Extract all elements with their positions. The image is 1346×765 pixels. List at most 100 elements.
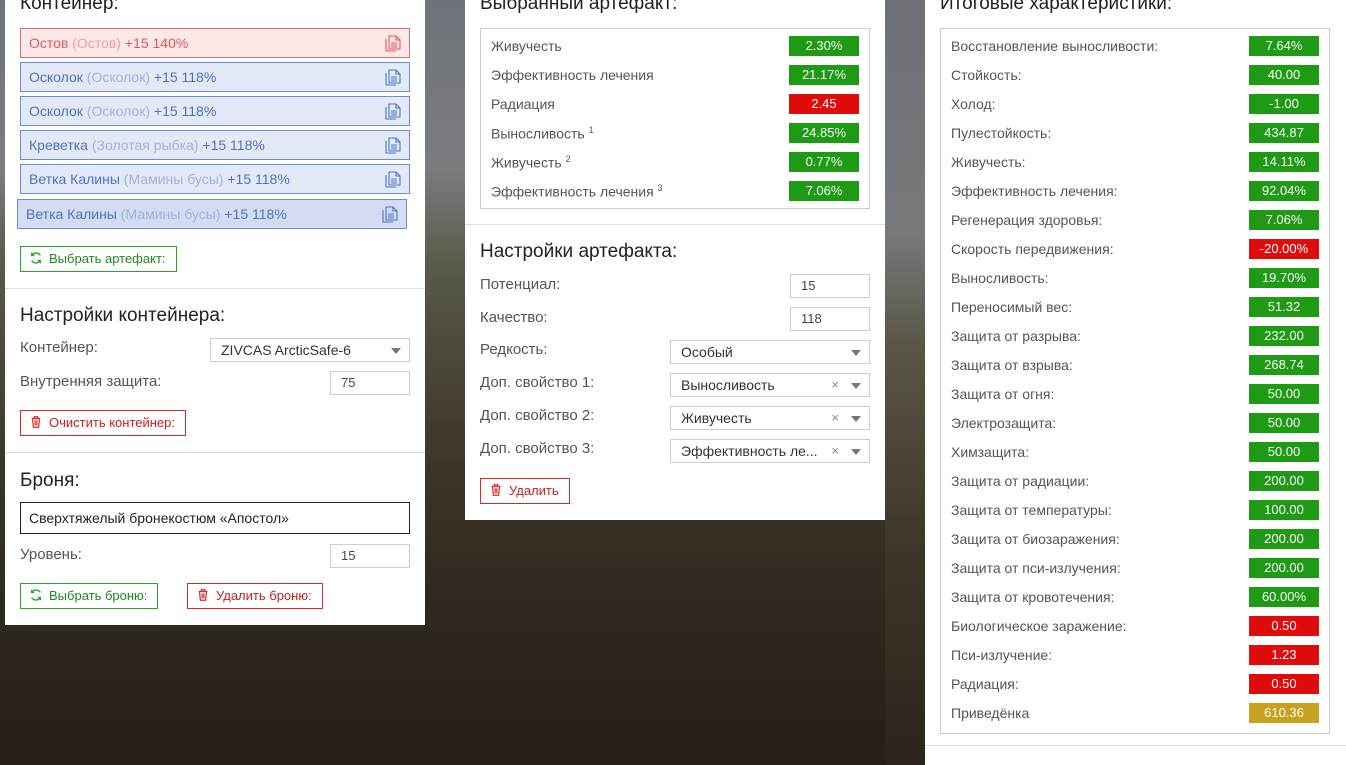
rarity-select-value: Особый (681, 344, 733, 360)
stat-name: Защита от биозаражения: (951, 531, 1120, 547)
clear-icon[interactable]: × (831, 407, 839, 429)
stat-value: 610.36 (1249, 703, 1319, 723)
stat-name: Защита от температуры: (951, 502, 1112, 518)
divider (5, 288, 425, 289)
stat-name: Живучесть 2 (491, 154, 571, 171)
inner-protection-input[interactable]: 75 (330, 371, 410, 395)
stat-value: 232.00 (1249, 326, 1319, 346)
container-item[interactable]: Осколок (Осколок) +15 118% (20, 62, 410, 92)
stat-name: Стойкость: (951, 67, 1022, 83)
item-subname: (Осколок) (86, 69, 150, 85)
prop1-label: Доп. свойство 1: (480, 374, 595, 391)
stat-value: 0.50 (1249, 674, 1319, 694)
stat-value: 7.06% (1249, 210, 1319, 230)
container-panel: Контейнер: Остов (Остов) +15 140% Осколок… (5, 0, 425, 625)
stat-value: 434.87 (1249, 123, 1319, 143)
stat-index: 3 (657, 183, 663, 193)
potential-label: Потенциал: (480, 276, 561, 293)
item-name: Осколок (29, 69, 83, 85)
container-select[interactable]: ZIVCAS ArcticSafe-6 (210, 338, 410, 362)
item-bonus: +15 118% (202, 137, 265, 153)
stat-row: Приведёнка 610.36 (941, 699, 1329, 728)
delete-armor-button[interactable]: Удалить броню: (187, 583, 323, 609)
copy-icon[interactable] (383, 33, 403, 53)
select-armor-button[interactable]: Выбрать броню: (20, 583, 159, 609)
select-armor-label: Выбрать броню: (49, 588, 148, 603)
stat-value: 60.00% (1249, 587, 1319, 607)
stat-row: Восстановление выносливости: 7.64% (941, 32, 1329, 61)
divider (465, 224, 885, 225)
prop1-select[interactable]: Выносливость × (670, 373, 870, 397)
stat-row: Выносливость 1 24.85% (481, 119, 869, 148)
item-name: Ветка Калины (29, 171, 120, 187)
quality-input[interactable]: 118 (790, 307, 870, 331)
stat-value: 200.00 (1249, 529, 1319, 549)
prop3-label: Доп. свойство 3: (480, 440, 595, 457)
copy-icon[interactable] (383, 67, 403, 87)
stat-value: 50.00 (1249, 442, 1319, 462)
item-bonus: +15 118% (153, 103, 217, 119)
copy-icon[interactable] (383, 135, 403, 155)
copy-icon[interactable] (380, 204, 400, 224)
copy-icon[interactable] (383, 101, 403, 121)
stat-value: -20.00% (1249, 239, 1319, 259)
container-item[interactable]: Остов (Остов) +15 140% (20, 28, 410, 58)
armor-name-field[interactable]: Сверхтяжелый бронекостюм «Апостол» (20, 502, 410, 534)
delete-artifact-button[interactable]: Удалить (480, 478, 570, 504)
chevron-down-icon (851, 449, 861, 455)
clear-icon[interactable]: × (831, 440, 839, 462)
clear-container-label: Очистить контейнер: (49, 415, 175, 430)
stat-name: Выносливость: (951, 270, 1049, 286)
stat-value: 51.32 (1249, 297, 1319, 317)
stat-name: Химзащита: (951, 444, 1030, 460)
stat-name: Пси-излучение: (951, 647, 1053, 663)
stat-row: Холод: -1.00 (941, 90, 1329, 119)
stat-name: Восстановление выносливости: (951, 38, 1159, 54)
chevron-down-icon (391, 348, 401, 354)
item-name: Креветка (29, 137, 88, 153)
totals-panel: Итоговые характеристики: Восстановление … (925, 0, 1346, 765)
copy-icon[interactable] (383, 169, 403, 189)
stat-name: Эффективность лечения: (951, 183, 1118, 199)
stat-name: Эффективность лечения 3 (491, 183, 663, 200)
potential-input[interactable]: 15 (790, 274, 870, 298)
stat-value: 100.00 (1249, 500, 1319, 520)
totals-stats-table: Восстановление выносливости: 7.64% Стойкос… (940, 28, 1330, 734)
stat-name: Биологическое заражение: (951, 618, 1127, 634)
clear-container-button[interactable]: Очистить контейнер: (20, 410, 186, 436)
container-item[interactable]: Креветка (Золотая рыбка) +15 118% (20, 130, 410, 160)
prop3-select[interactable]: Эффективность ле... × (670, 439, 870, 463)
stat-value: 50.00 (1249, 413, 1319, 433)
stat-name: Радиация: (951, 676, 1019, 692)
artifact-settings-title: Настройки артефакта: (480, 241, 678, 262)
stat-name: Защита от взрыва: (951, 357, 1073, 373)
prop2-select[interactable]: Живучесть × (670, 406, 870, 430)
container-item[interactable]: Осколок (Осколок) +15 118% (20, 96, 410, 126)
item-bonus: +15 118% (153, 69, 217, 85)
item-name: Остов (29, 35, 69, 51)
container-item[interactable]: Ветка Калины (Мамины бусы) +15 118% (20, 164, 410, 194)
stat-row: Эффективность лечения 21.17% (481, 61, 869, 90)
container-title: Контейнер: (20, 0, 119, 14)
stat-name: Пулестойкость: (951, 125, 1052, 141)
chevron-down-icon (851, 383, 861, 389)
select-artifact-label: Выбрать артефакт: (49, 251, 166, 266)
stat-value: 50.00 (1249, 384, 1319, 404)
stat-name: Защита от кровотечения: (951, 589, 1115, 605)
container-item[interactable]: Ветка Калины (Мамины бусы) +15 118% (17, 199, 407, 229)
stat-row: Регенерация здоровья: 7.06% (941, 206, 1329, 235)
inner-protection-label: Внутренняя защита: (20, 373, 162, 390)
stat-name: Защита от пси-излучения: (951, 560, 1121, 576)
trash-icon (31, 416, 41, 428)
armor-level-input[interactable]: 15 (330, 544, 410, 568)
stat-row: Защита от взрыва: 268.74 (941, 351, 1329, 380)
clear-icon[interactable]: × (831, 374, 839, 396)
stat-value: 2.30% (789, 36, 859, 56)
item-name: Осколок (29, 103, 83, 119)
select-artifact-button[interactable]: Выбрать артефакт: (20, 246, 177, 272)
stat-row: Радиация: 0.50 (941, 670, 1329, 699)
item-bonus: +15 140% (124, 35, 189, 51)
rarity-select[interactable]: Особый (670, 340, 870, 364)
item-name: Ветка Калины (26, 206, 117, 222)
stat-row: Стойкость: 40.00 (941, 61, 1329, 90)
